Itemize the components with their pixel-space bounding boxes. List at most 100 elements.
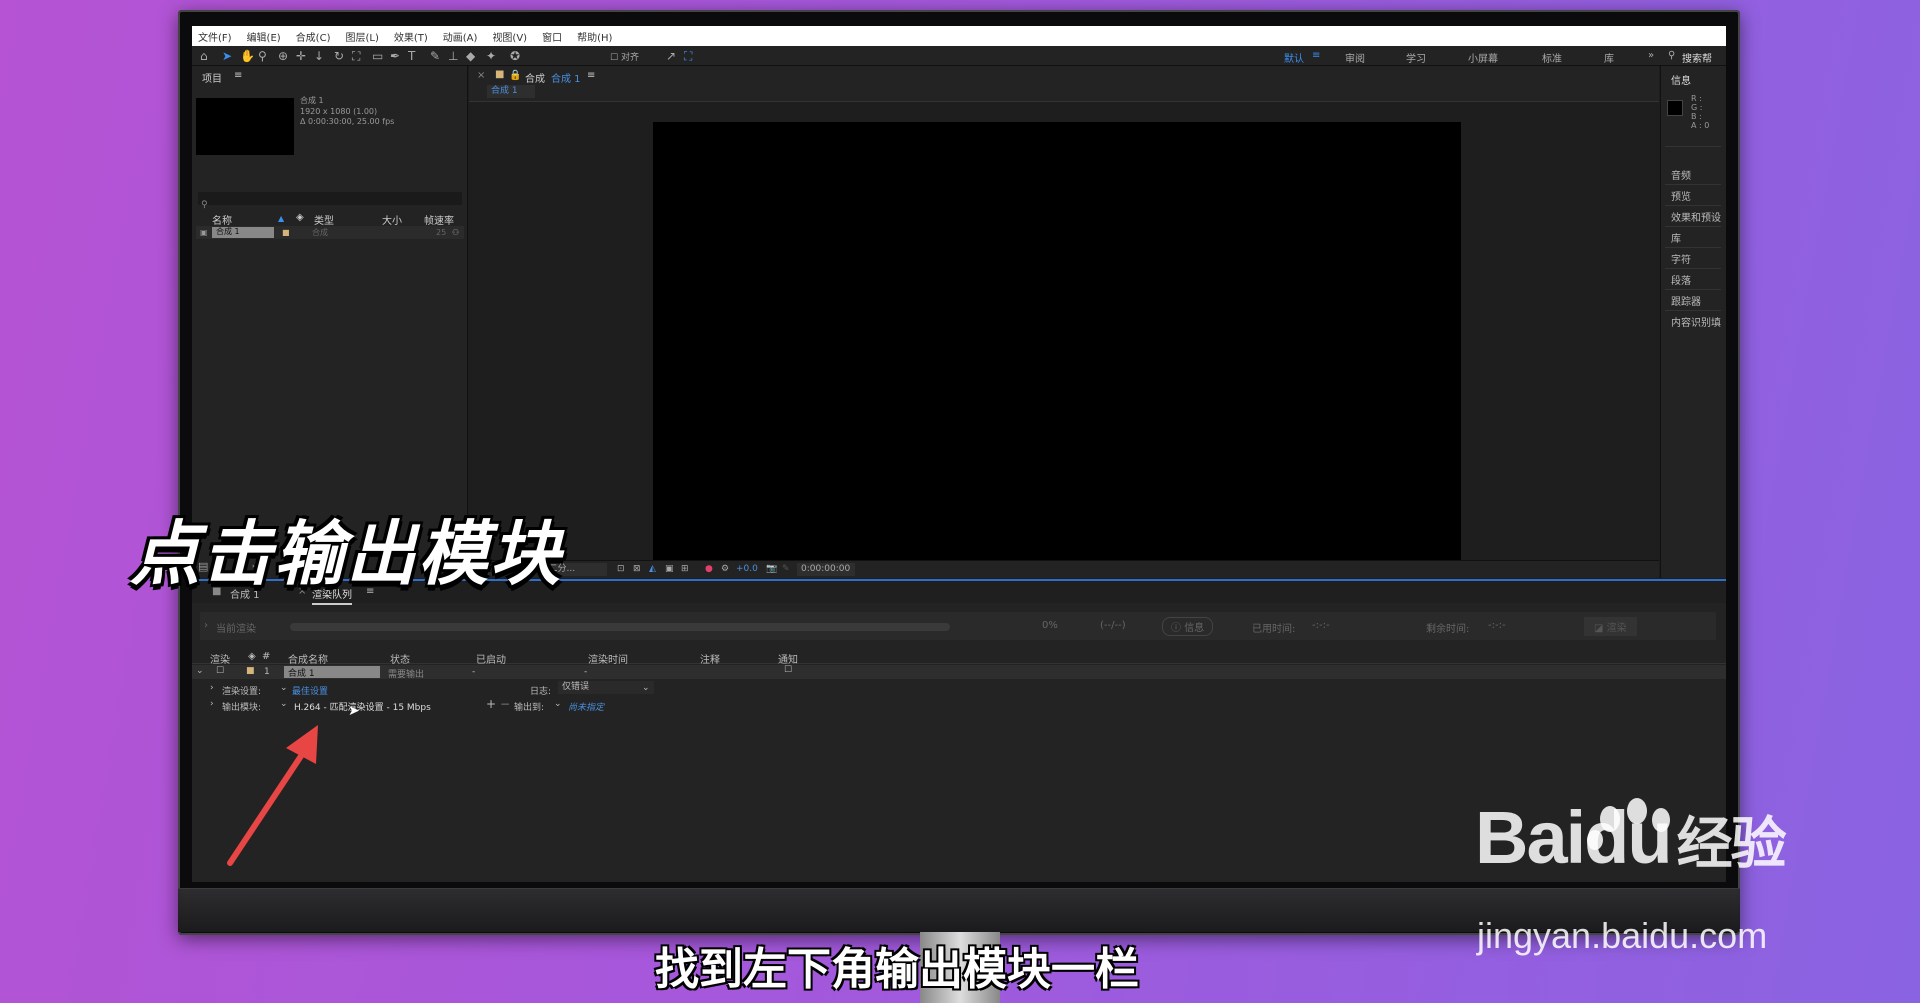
pen-tool-icon[interactable]: ✒ [390, 49, 400, 63]
region-interest-icon[interactable]: ▣ [665, 564, 674, 574]
col-status[interactable]: 状态 [390, 651, 410, 666]
chevron-down-icon[interactable]: ⌄ [196, 666, 204, 676]
menu-edit[interactable]: 编辑(E) [247, 29, 281, 44]
color-channels-icon[interactable]: ● [705, 564, 713, 574]
notify-checkbox[interactable]: ☐ [784, 665, 792, 675]
chevron-right-icon[interactable]: › [210, 683, 214, 693]
brush-tool-icon[interactable]: ✎ [430, 49, 440, 63]
chevron-down-icon[interactable]: ⌄ [554, 699, 562, 709]
rotate-tool-icon[interactable]: ↻ [334, 49, 344, 63]
panel-menu-icon[interactable]: ≡ [234, 70, 242, 81]
dolly-tool-icon[interactable]: ↓ [314, 49, 324, 63]
flowchart-icon[interactable]: ⚇ [452, 228, 459, 238]
workspace-learn[interactable]: 学习 [1406, 50, 1426, 65]
chevron-down-icon[interactable]: ⌄ [280, 699, 288, 709]
project-search-input[interactable]: ⚲ [198, 192, 462, 210]
col-started[interactable]: 已启动 [476, 651, 506, 666]
panel-content-aware-fill[interactable]: 内容识别填 [1671, 314, 1721, 329]
workspace-library[interactable]: 库 [1604, 50, 1614, 65]
workspace-default[interactable]: 默认 [1284, 50, 1304, 65]
pan-tool-icon[interactable]: ✛ [296, 49, 306, 63]
item-comp-name[interactable]: 合成 1 [284, 666, 380, 679]
panel-character[interactable]: 字符 [1671, 251, 1691, 266]
queue-item-row[interactable]: ⌄ ☐ ■ 1 合成 1 需要输出 - - ☐ [192, 665, 1726, 680]
snap-checkbox[interactable]: ☐ 对齐 [610, 51, 639, 65]
menu-view[interactable]: 视图(V) [492, 29, 527, 44]
exposure-value[interactable]: +0.0 [736, 564, 758, 574]
menu-animation[interactable]: 动画(A) [443, 29, 478, 44]
col-comment[interactable]: 注释 [700, 651, 720, 666]
col-render-time[interactable]: 渲染时间 [588, 651, 628, 666]
snap-expand-icon[interactable]: ↗ [666, 49, 676, 63]
panel-library[interactable]: 库 [1671, 230, 1681, 245]
guides-icon[interactable]: ⊞ [681, 564, 689, 574]
type-tool-icon[interactable]: T [408, 49, 415, 63]
panel-preview[interactable]: 预览 [1671, 188, 1691, 203]
viewer-tab-name[interactable]: 合成 1 [551, 70, 581, 85]
remove-output-icon[interactable]: − [500, 697, 510, 711]
lock-icon[interactable]: 🔒 [509, 70, 521, 81]
search-icon[interactable]: ⚲ [1668, 50, 1675, 61]
col-comp-name[interactable]: 合成名称 [288, 651, 328, 666]
info-button[interactable]: ⓘ 信息 [1162, 617, 1214, 636]
camera-snapshot-icon[interactable]: 📷 [766, 564, 777, 574]
close-icon[interactable]: × [477, 70, 485, 81]
home-icon[interactable]: ⌂ [200, 49, 208, 63]
mask-visibility-icon[interactable]: ◭ [649, 564, 656, 574]
workspace-standard[interactable]: 标准 [1542, 50, 1562, 65]
zoom-tool-icon[interactable]: ⚲ [258, 49, 267, 63]
roto-tool-icon[interactable]: ✦ [486, 49, 496, 63]
search-help-field[interactable]: 搜索帮 [1682, 50, 1712, 65]
comp-breadcrumb[interactable]: 合成 1 [487, 85, 535, 98]
render-checkbox[interactable]: ☐ [216, 666, 224, 676]
output-to-value[interactable]: 尚未指定 [568, 700, 604, 713]
settings-icon[interactable]: ⚙ [721, 564, 729, 574]
workspace-menu-icon[interactable]: ≡ [1312, 50, 1320, 61]
puppet-tool-icon[interactable]: ✪ [510, 49, 520, 63]
col-render[interactable]: 渲染 [210, 651, 230, 666]
rect-tool-icon[interactable]: ▭ [372, 49, 383, 63]
stamp-tool-icon[interactable]: ⊥ [448, 49, 458, 63]
menu-composition[interactable]: 合成(C) [296, 29, 331, 44]
menu-help[interactable]: 帮助(H) [577, 29, 612, 44]
workspace-review[interactable]: 审阅 [1345, 50, 1365, 65]
fast-preview-icon[interactable]: ⊡ [617, 564, 625, 574]
orbit-tool-icon[interactable]: ⊕ [278, 49, 288, 63]
render-settings-value[interactable]: 最佳设置 [292, 684, 328, 697]
col-number[interactable]: # [262, 651, 270, 662]
hand-tool-icon[interactable]: ✋ [240, 49, 255, 63]
eraser-tool-icon[interactable]: ◆ [466, 49, 475, 63]
chevron-down-icon[interactable]: ⌄ [280, 683, 288, 693]
workspace-small-screen[interactable]: 小屏幕 [1468, 50, 1498, 65]
comp-canvas[interactable] [653, 122, 1461, 577]
menu-effect[interactable]: 效果(T) [394, 29, 428, 44]
panel-menu-icon[interactable]: ≡ [587, 70, 595, 81]
col-name[interactable]: 名称 [212, 212, 232, 227]
output-module-value[interactable]: H.264 - 匹配渲染设置 - 15 Mbps [294, 700, 431, 713]
timecode-display[interactable]: 0:00:00:00 [797, 563, 855, 576]
chevron-right-icon[interactable]: › [210, 699, 214, 709]
chevron-right-icon[interactable]: › [204, 620, 208, 631]
col-fps[interactable]: 帧速率 [424, 212, 454, 227]
sort-asc-icon[interactable]: ▲ [278, 214, 284, 223]
add-output-icon[interactable]: + [486, 697, 496, 711]
col-notify[interactable]: 通知 [778, 651, 798, 666]
menu-layer[interactable]: 图层(L) [345, 29, 378, 44]
workspace-overflow-icon[interactable]: » [1648, 50, 1654, 61]
show-snapshot-icon[interactable]: ✎ [782, 564, 790, 574]
anchor-tool-icon[interactable]: ⛶ [352, 49, 360, 63]
panel-audio[interactable]: 音频 [1671, 167, 1691, 182]
transparency-grid-icon[interactable]: ⊠ [633, 564, 641, 574]
col-size[interactable]: 大小 [382, 212, 402, 227]
render-button[interactable]: ◪ 渲染 [1584, 617, 1637, 636]
menu-file[interactable]: 文件(F) [198, 29, 232, 44]
col-type[interactable]: 类型 [314, 212, 334, 227]
log-select[interactable]: 仅错误 [558, 681, 654, 694]
project-item-row[interactable]: ▣ 合成 1 ■ 合成 25 ⚇ [196, 226, 464, 239]
panel-tracker[interactable]: 跟踪器 [1671, 293, 1701, 308]
selection-tool-icon[interactable]: ➤ [222, 49, 232, 63]
snap-options-icon[interactable]: ⛶ [684, 49, 692, 63]
panel-effects-presets[interactable]: 效果和预设 [1671, 209, 1721, 224]
label-tag-icon[interactable]: ◈ [248, 651, 256, 662]
panel-paragraph[interactable]: 段落 [1671, 272, 1691, 287]
